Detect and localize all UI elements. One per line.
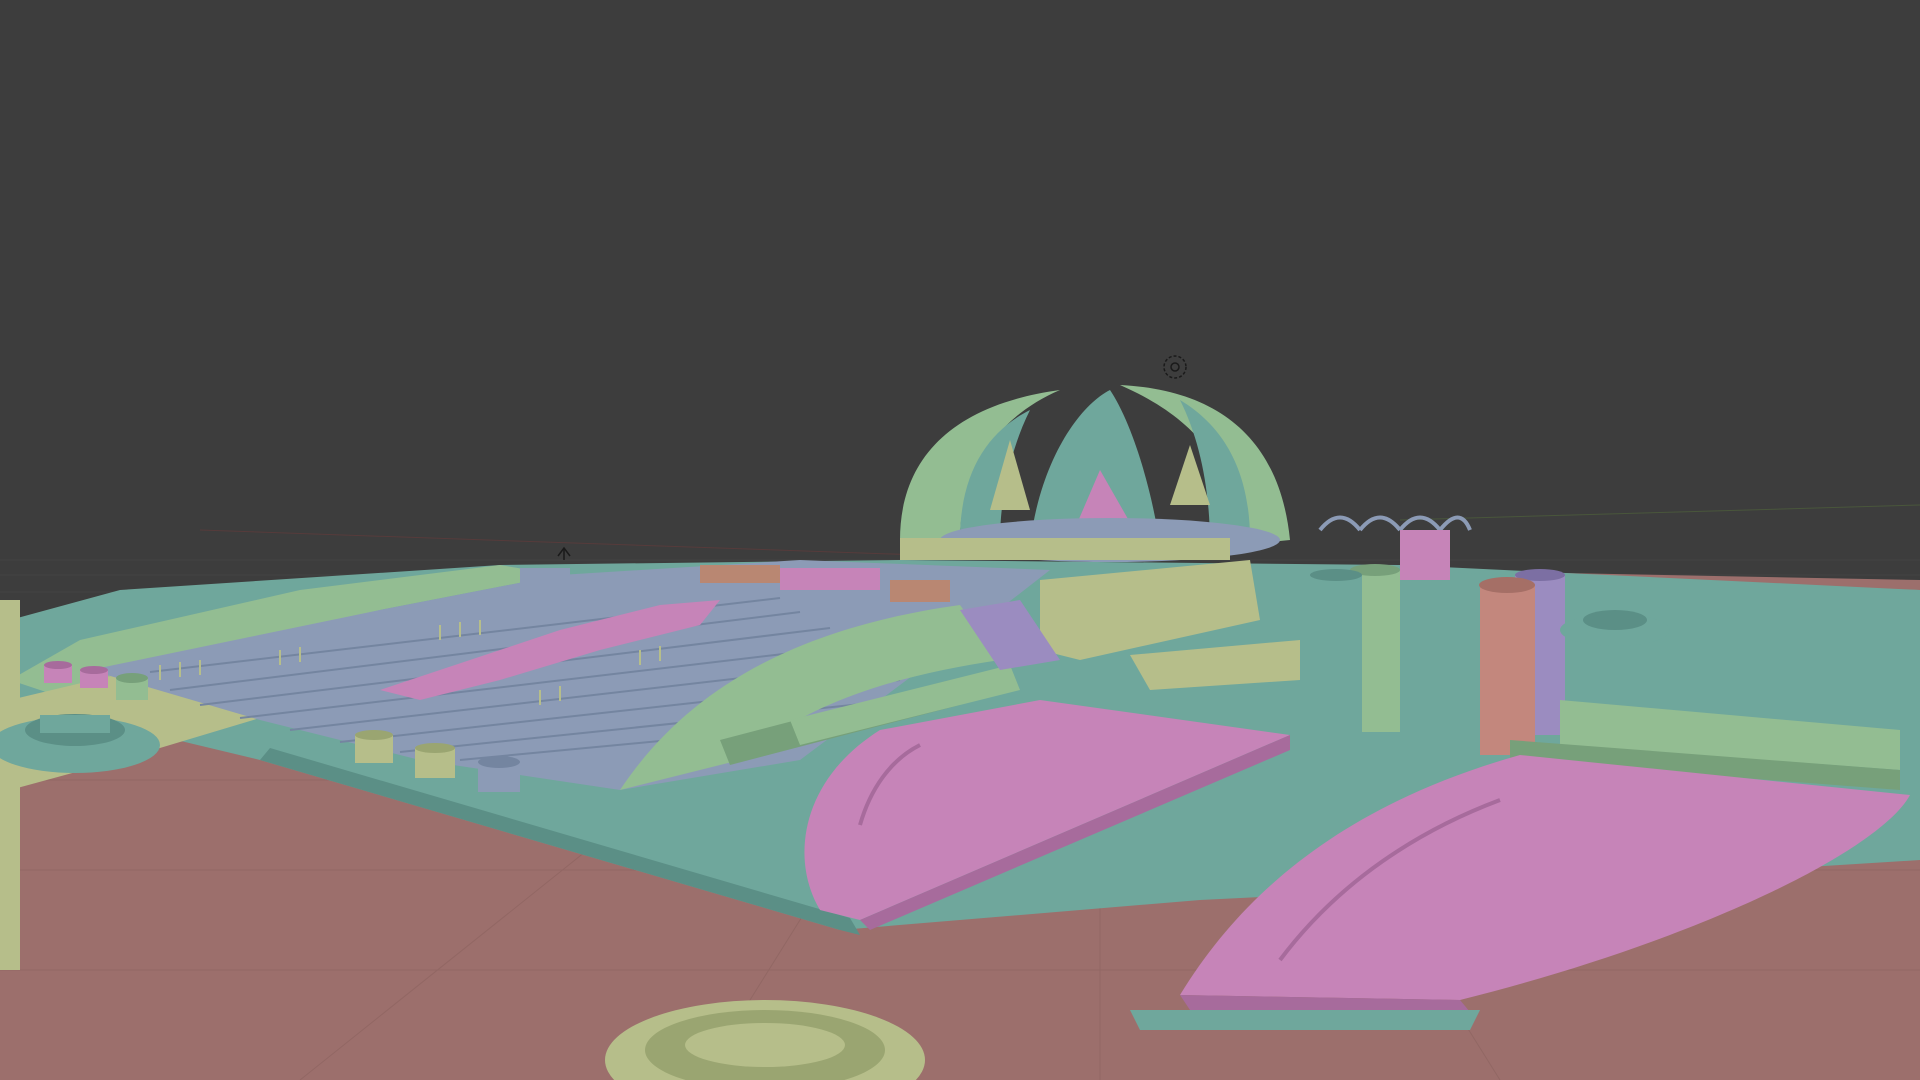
blue-block-back — [520, 568, 570, 588]
scene-render — [0, 355, 1920, 1080]
orange-block-1 — [700, 565, 780, 583]
archway-row — [1318, 515, 1472, 532]
left-edge-pillar — [0, 600, 20, 970]
teal-strip-front — [1130, 1010, 1480, 1030]
light-icon[interactable] — [557, 546, 571, 560]
3d-viewport[interactable] — [0, 0, 1920, 1080]
pink-pillars-far — [1400, 530, 1450, 580]
pink-block-back — [780, 568, 880, 590]
orange-block-2 — [890, 580, 950, 602]
monument — [900, 385, 1290, 562]
monument-base-band — [900, 538, 1230, 560]
cylinders-center — [1310, 564, 1400, 735]
camera-target-icon[interactable] — [1163, 355, 1187, 379]
cylinders-right — [1479, 569, 1565, 755]
